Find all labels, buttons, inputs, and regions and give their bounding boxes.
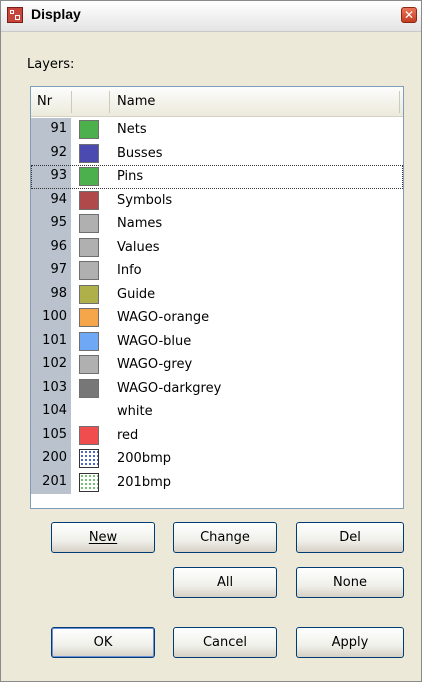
none-button-label: None — [333, 575, 367, 590]
layer-number: 105 — [31, 423, 71, 447]
layer-name: WAGO-darkgrey — [117, 380, 222, 396]
layer-row[interactable]: 93 Pins — [31, 165, 403, 189]
layer-number: 92 — [31, 141, 71, 165]
ok-button-label: OK — [93, 635, 113, 650]
layer-color-swatch — [79, 402, 99, 421]
layer-name: Busses — [117, 145, 163, 161]
layer-number: 100 — [31, 306, 71, 330]
layer-color-swatch — [79, 120, 99, 139]
layer-color-swatch — [79, 167, 99, 186]
layer-name: Symbols — [117, 192, 173, 208]
layer-name: 200bmp — [117, 451, 171, 466]
layer-color-swatch — [79, 214, 99, 233]
layer-row[interactable]: 91 Nets — [31, 118, 403, 142]
layer-name: 201bmp — [117, 474, 171, 490]
layer-row[interactable]: 104 white — [31, 400, 403, 424]
layer-row[interactable]: 100 WAGO-orange — [31, 306, 403, 330]
layer-number: 94 — [31, 188, 71, 212]
app-icon — [7, 7, 23, 23]
cancel-button[interactable]: Cancel — [173, 627, 277, 658]
apply-button[interactable]: Apply — [296, 627, 404, 658]
layer-color-swatch — [79, 284, 99, 304]
layer-color-swatch — [79, 472, 99, 492]
layer-number: 97 — [31, 259, 71, 283]
layer-row[interactable]: 200 200bmp — [31, 447, 403, 471]
del-button[interactable]: Del — [296, 522, 404, 553]
layer-number: 95 — [31, 212, 71, 236]
layer-row[interactable]: 105 red — [31, 423, 403, 447]
layer-number: 96 — [31, 235, 71, 259]
layer-color-swatch — [79, 190, 99, 210]
layer-number: 101 — [31, 329, 71, 353]
layer-row[interactable]: 95 Names — [31, 212, 403, 236]
layer-row[interactable]: 101 WAGO-blue — [31, 329, 403, 353]
layer-row[interactable]: 92 Busses — [31, 141, 403, 165]
layer-color-swatch — [79, 143, 99, 163]
display-dialog: Display ✕ Layers: Nr Name 91 Nets 92 Busses… — [0, 0, 422, 682]
layer-color-swatch — [79, 425, 99, 445]
layer-number: 102 — [31, 353, 71, 377]
layer-color-swatch — [79, 449, 99, 468]
column-header-nr[interactable]: Nr — [37, 94, 52, 109]
none-button[interactable]: None — [296, 567, 404, 598]
layer-name: WAGO-orange — [117, 310, 210, 325]
ok-button[interactable]: OK — [51, 627, 155, 658]
layer-number: 98 — [31, 282, 71, 306]
layer-row[interactable]: 201 201bmp — [31, 470, 403, 494]
layer-name: WAGO-grey — [117, 357, 193, 372]
new-button-label: New — [88, 530, 118, 545]
cancel-button-label: Cancel — [202, 635, 248, 650]
layer-color-swatch — [79, 355, 99, 374]
layer-name: Names — [117, 216, 163, 231]
layer-color-swatch — [79, 237, 99, 257]
del-button-label: Del — [339, 530, 361, 545]
window-title: Display — [31, 6, 81, 22]
layer-color-swatch — [79, 331, 99, 351]
list-header: Nr Name — [31, 87, 403, 117]
layer-color-swatch — [79, 308, 99, 327]
column-separator[interactable] — [109, 91, 110, 113]
layer-row[interactable]: 96 Values — [31, 235, 403, 259]
layer-name: Info — [117, 263, 142, 278]
close-button[interactable]: ✕ — [401, 7, 417, 23]
layer-name: Pins — [117, 169, 144, 184]
layer-row[interactable]: 102 WAGO-grey — [31, 353, 403, 377]
layer-row[interactable]: 98 Guide — [31, 282, 403, 306]
layer-name: red — [117, 427, 139, 443]
layers-list[interactable]: Nr Name 91 Nets 92 Busses 93 Pins 94 Symbols 95 N… — [30, 86, 404, 509]
all-button-label: All — [216, 575, 234, 590]
layer-color-swatch — [79, 261, 99, 280]
layer-row[interactable]: 97 Info — [31, 259, 403, 283]
layer-name: Guide — [117, 286, 156, 302]
apply-button-label: Apply — [331, 635, 369, 650]
layer-name: Values — [117, 239, 160, 255]
layer-number: 104 — [31, 400, 71, 424]
change-button-label: Change — [200, 530, 250, 545]
layer-number: 201 — [31, 470, 71, 494]
layer-number: 93 — [31, 165, 71, 189]
layer-name: WAGO-blue — [117, 333, 192, 349]
layer-number: 200 — [31, 447, 71, 471]
column-separator[interactable] — [71, 91, 72, 113]
column-separator[interactable] — [399, 91, 400, 113]
change-button[interactable]: Change — [173, 522, 277, 553]
layer-color-swatch — [79, 378, 99, 398]
column-header-name[interactable]: Name — [117, 94, 155, 109]
layer-row[interactable]: 94 Symbols — [31, 188, 403, 212]
layer-name: Nets — [117, 122, 147, 137]
layer-name: white — [117, 404, 153, 419]
all-button[interactable]: All — [173, 567, 277, 598]
new-button[interactable]: New — [51, 522, 155, 553]
layer-number: 91 — [31, 118, 71, 142]
layer-number: 103 — [31, 376, 71, 400]
layers-label: Layers: — [27, 57, 75, 72]
title-bar[interactable]: Display ✕ — [1, 1, 421, 32]
layer-row[interactable]: 103 WAGO-darkgrey — [31, 376, 403, 400]
